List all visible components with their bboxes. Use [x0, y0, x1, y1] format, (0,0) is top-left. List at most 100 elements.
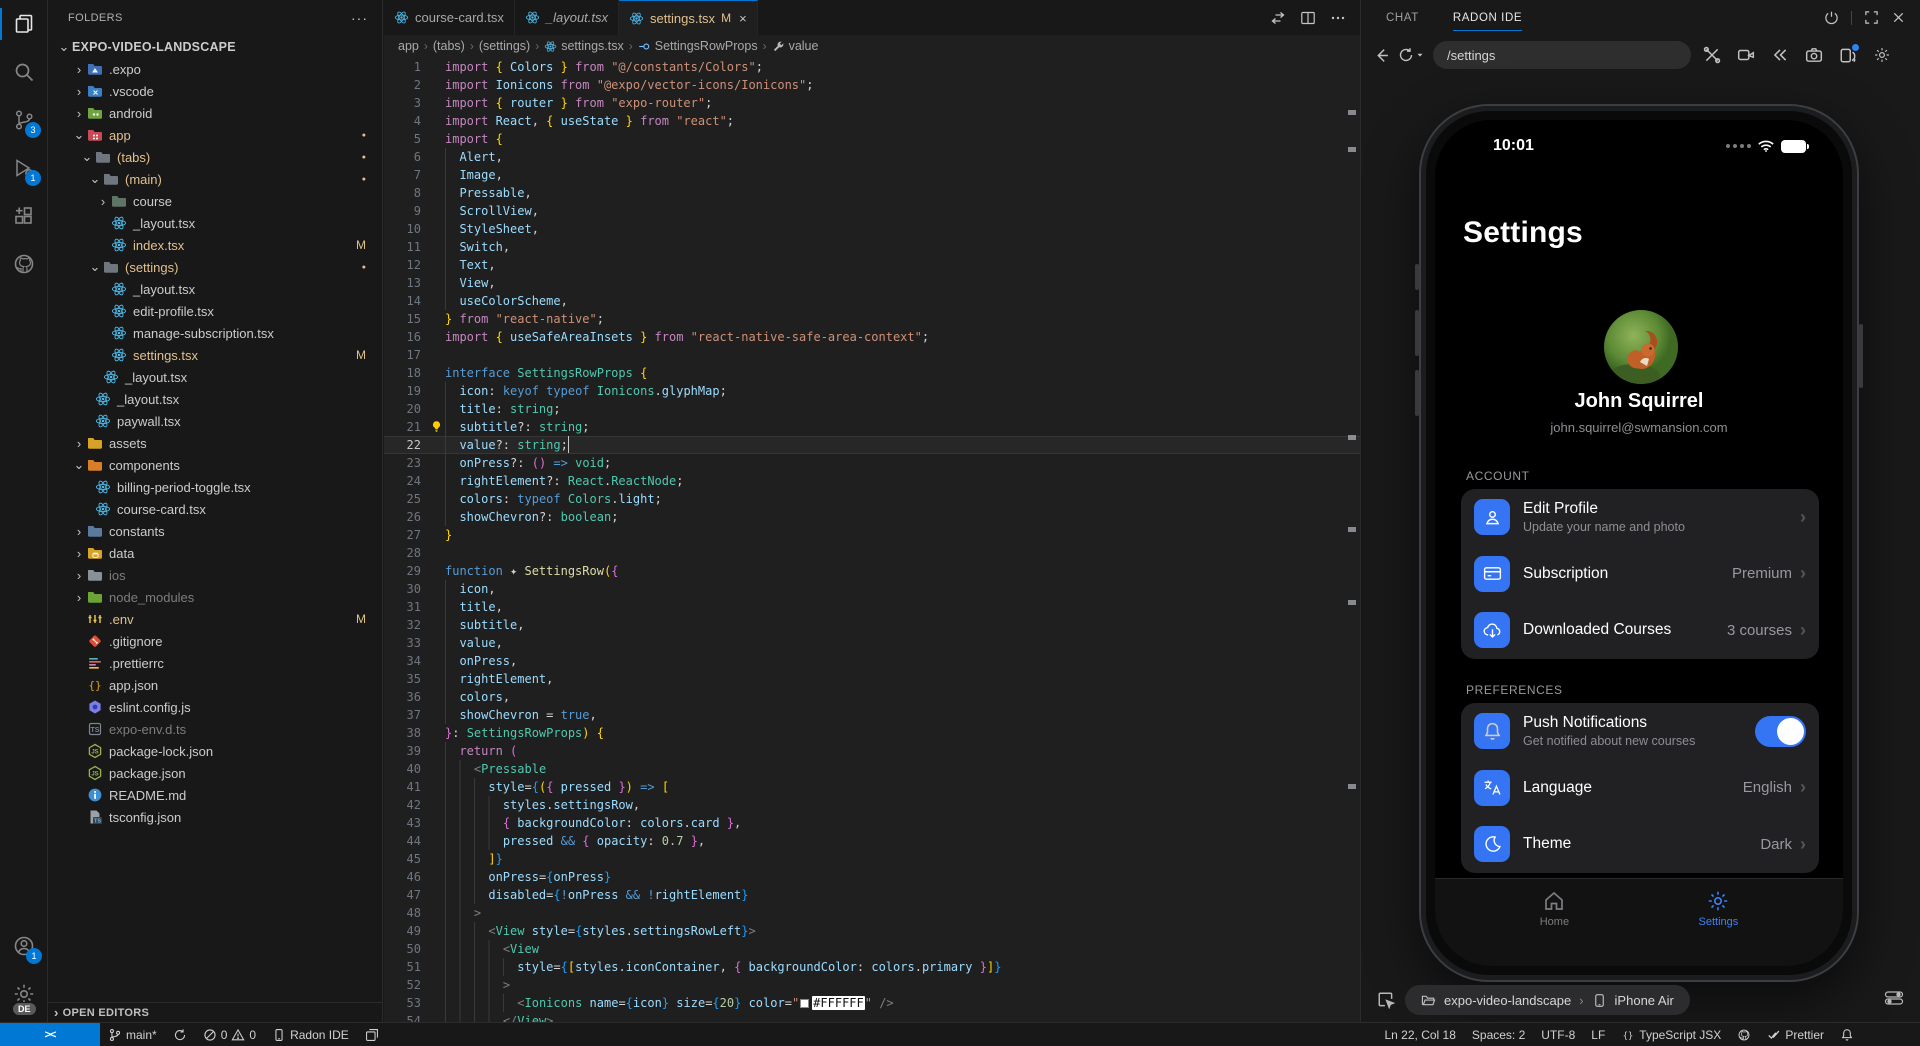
tree-item-edit-profile.tsx[interactable]: edit-profile.tsx [48, 300, 382, 322]
reload-button[interactable] [1398, 47, 1425, 63]
tree-item-android[interactable]: ›android [48, 102, 382, 124]
activity-extensions[interactable] [0, 192, 47, 240]
status-indentation[interactable]: Spaces: 2 [1464, 1023, 1533, 1046]
activity-github[interactable] [0, 240, 47, 288]
breadcrumb-(tabs)[interactable]: (tabs) [433, 39, 465, 53]
panel-tab-radon-ide[interactable]: RADON IDE [1453, 0, 1522, 35]
status-problems[interactable]: 00 [195, 1023, 264, 1046]
activity-search[interactable] [0, 48, 47, 96]
tree-item-index.tsx[interactable]: index.tsxM [48, 234, 382, 256]
tree-item-_layout.tsx[interactable]: _layout.tsx [48, 388, 382, 410]
more-actions-icon[interactable] [1330, 10, 1346, 26]
tree-item-README.md[interactable]: README.md [48, 784, 382, 806]
breadcrumb-(settings)[interactable]: (settings) [479, 39, 530, 53]
device-settings-button[interactable] [1884, 988, 1904, 1013]
tree-item-node_modules[interactable]: ›node_modules [48, 586, 382, 608]
fullscreen-icon[interactable] [1864, 10, 1879, 25]
tree-item-package-lock.json[interactable]: JSpackage-lock.json [48, 740, 382, 762]
tree-item-eslint.config.js[interactable]: eslint.config.js [48, 696, 382, 718]
breadcrumb-settings.tsx[interactable]: settings.tsx [544, 39, 624, 53]
tree-item-course[interactable]: ›course [48, 190, 382, 212]
tree-item-manage-subscription.tsx[interactable]: manage-subscription.tsx [48, 322, 382, 344]
status-language-mode[interactable]: {}TypeScript JSX [1613, 1023, 1729, 1046]
tree-item-tsconfig.json[interactable]: TStsconfig.json [48, 806, 382, 828]
settings-row-language[interactable]: LanguageEnglish› [1461, 760, 1819, 817]
settings-row-theme[interactable]: ThemeDark› [1461, 816, 1819, 873]
tools-button[interactable] [1699, 42, 1725, 68]
tree-item-main[interactable]: ⌄(main)● [48, 168, 382, 190]
tree-item-paywall.tsx[interactable]: paywall.tsx [48, 410, 382, 432]
status-sync[interactable] [165, 1023, 195, 1046]
device-selector[interactable]: expo-video-landscape›iPhone Air [1405, 985, 1690, 1015]
activity-explorer[interactable] [0, 0, 47, 48]
activity-run-debug[interactable]: 1 [0, 144, 47, 192]
open-changes-icon[interactable] [1270, 10, 1286, 26]
more-actions-icon[interactable]: ··· [351, 10, 368, 26]
tree-item-ios[interactable]: ›ios [48, 564, 382, 586]
breadcrumb-SettingsRowProps[interactable]: SettingsRowProps [638, 39, 758, 53]
tree-item-data[interactable]: ›data [48, 542, 382, 564]
settings-row-push-notifications[interactable]: Push NotificationsGet notified about new… [1461, 703, 1819, 760]
overview-ruler[interactable] [1348, 58, 1357, 1022]
tree-item-app[interactable]: ⌄app● [48, 124, 382, 146]
status-encoding[interactable]: UTF-8 [1533, 1023, 1583, 1046]
split-editor-icon[interactable] [1300, 10, 1316, 26]
status-cursor-position[interactable]: Ln 22, Col 18 [1377, 1023, 1464, 1046]
activity-manage[interactable]: DE [0, 970, 48, 1018]
gear-button[interactable] [1869, 42, 1895, 68]
inspect-icon[interactable] [1377, 991, 1395, 1009]
tree-item-expo-env.d.ts[interactable]: TSexpo-env.d.ts [48, 718, 382, 740]
phone-tab-home[interactable]: Home [1540, 889, 1569, 966]
tree-item-settings[interactable]: ⌄(settings)● [48, 256, 382, 278]
tab-_layout.tsx[interactable]: _layout.tsx [515, 0, 619, 35]
status-notifications[interactable] [1832, 1023, 1862, 1046]
tree-item-.env[interactable]: .envM [48, 608, 382, 630]
status-radon-ide[interactable]: Radon IDE [264, 1023, 357, 1046]
open-editors-section[interactable]: › OPEN EDITORS [48, 1002, 382, 1022]
phone-tab-settings[interactable]: Settings [1699, 889, 1739, 966]
tree-item-.gitignore[interactable]: .gitignore [48, 630, 382, 652]
tree-item-assets[interactable]: ›assets [48, 432, 382, 454]
tree-item-app.json[interactable]: {}app.json [48, 674, 382, 696]
status-github[interactable] [1729, 1023, 1759, 1046]
tree-item-.expo[interactable]: ›.expo [48, 58, 382, 80]
status-open-window[interactable] [357, 1023, 387, 1046]
tree-item-components[interactable]: ⌄components [48, 454, 382, 476]
breadcrumb-app[interactable]: app [398, 39, 419, 53]
tree-item-billing-period-toggle.tsx[interactable]: billing-period-toggle.tsx [48, 476, 382, 498]
video-button[interactable] [1733, 42, 1759, 68]
tree-item-.prettierrc[interactable]: .prettierrc [48, 652, 382, 674]
devices-button[interactable] [1835, 42, 1861, 68]
power-icon[interactable] [1824, 10, 1839, 25]
remote-indicator[interactable]: >< [0, 1023, 100, 1046]
tree-item-_layout.tsx[interactable]: _layout.tsx [48, 366, 382, 388]
breadcrumb-value[interactable]: value [772, 39, 819, 53]
code-editor[interactable]: 1import { Colors } from "@/constants/Col… [384, 58, 1360, 1022]
url-input[interactable]: /settings [1433, 41, 1691, 69]
tree-item-tabs[interactable]: ⌄(tabs)● [48, 146, 382, 168]
close-icon[interactable]: × [739, 11, 747, 26]
panel-tab-chat[interactable]: CHAT [1386, 0, 1419, 35]
avatar[interactable] [1604, 310, 1678, 384]
tab-settings.tsx[interactable]: settings.tsxM× [619, 0, 758, 35]
tree-item-package.json[interactable]: JSpackage.json [48, 762, 382, 784]
lightbulb-icon[interactable] [430, 420, 443, 433]
toggle-on[interactable] [1755, 716, 1806, 747]
activity-accounts[interactable]: 1 [0, 922, 48, 970]
back-icon[interactable] [1373, 47, 1390, 64]
tree-item-settings.tsx[interactable]: settings.tsxM [48, 344, 382, 366]
status-git-branch[interactable]: main* [100, 1023, 165, 1046]
status-eol[interactable]: LF [1583, 1023, 1613, 1046]
tab-course-card.tsx[interactable]: course-card.tsx [384, 0, 515, 35]
status-prettier[interactable]: Prettier [1759, 1023, 1832, 1046]
tree-item-_layout.tsx[interactable]: _layout.tsx [48, 212, 382, 234]
rewind-button[interactable] [1767, 42, 1793, 68]
tree-item-.vscode[interactable]: ›.vscode [48, 80, 382, 102]
tree-item-_layout.tsx[interactable]: _layout.tsx [48, 278, 382, 300]
tree-item-course-card.tsx[interactable]: course-card.tsx [48, 498, 382, 520]
close-panel-icon[interactable] [1891, 10, 1906, 25]
activity-source-control[interactable]: 3 [0, 96, 47, 144]
settings-row-edit-profile[interactable]: Edit ProfileUpdate your name and photo› [1461, 489, 1819, 546]
settings-row-subscription[interactable]: SubscriptionPremium› [1461, 546, 1819, 603]
camera-button[interactable] [1801, 42, 1827, 68]
